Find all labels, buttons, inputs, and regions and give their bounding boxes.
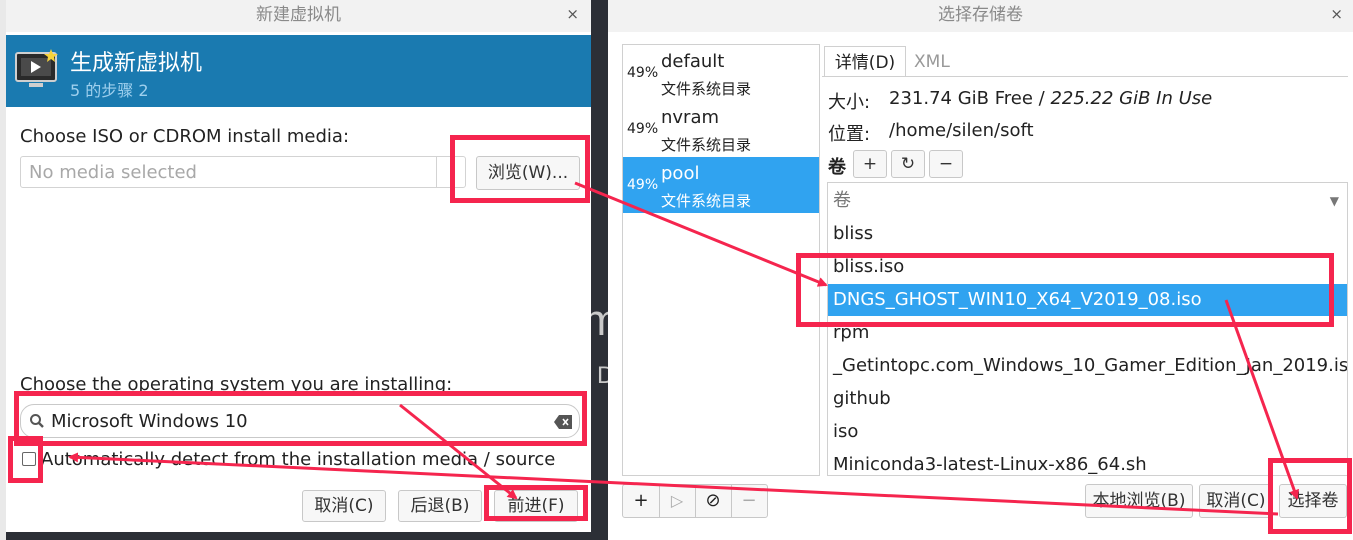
iso-combo[interactable]: No media selected xyxy=(20,156,466,188)
volume-list: 卷 ▼ bliss bliss.iso DNGS_GHOST_WIN10_X64… xyxy=(827,182,1348,476)
pool-item-pool[interactable]: 49% pool 文件系统目录 xyxy=(623,157,819,213)
auto-detect-checkbox[interactable] xyxy=(22,452,36,466)
volume-item[interactable]: iso xyxy=(828,416,1347,448)
auto-detect-label: Automatically detect from the installati… xyxy=(41,449,556,470)
location-label: 位置: xyxy=(828,124,871,145)
volume-item[interactable]: Miniconda3-latest-Linux-x86_64.sh xyxy=(828,449,1347,475)
tab-details[interactable]: 详情(D) xyxy=(824,46,906,77)
back-button[interactable]: 后退(B) xyxy=(398,490,482,522)
volume-list-header[interactable]: 卷 ▼ xyxy=(828,185,1347,217)
os-search-field[interactable]: Microsoft Windows 10 xyxy=(20,404,580,438)
new-vm-dialog: 新建虚拟机 × 生成新虚拟机 5 的步骤 2 Choose ISO or CDR… xyxy=(6,0,591,532)
volumes-label: 卷 xyxy=(828,157,846,178)
pool-toolbar: + ▷ ⊘ − xyxy=(622,484,768,518)
volume-item[interactable]: _Getintopc.com_Windows_10_Gamer_Edition_… xyxy=(828,350,1347,382)
pool-list: 49% default 文件系统目录 49% nvram 文件系统目录 49% … xyxy=(622,44,820,476)
pool-type: 文件系统目录 xyxy=(661,80,752,98)
monitor-icon xyxy=(15,49,59,87)
iso-placeholder: No media selected xyxy=(29,162,197,183)
tab-xml[interactable]: XML xyxy=(914,52,950,72)
clear-icon[interactable] xyxy=(554,414,572,433)
stop-pool-button[interactable]: ⊘ xyxy=(695,485,732,517)
cancel-button[interactable]: 取消(C) xyxy=(302,490,386,522)
pool-name: nvram xyxy=(661,107,720,128)
pool-name: default xyxy=(661,51,725,72)
search-icon xyxy=(29,413,45,433)
wizard-header: 生成新虚拟机 5 的步骤 2 xyxy=(6,35,591,107)
pool-type: 文件系统目录 xyxy=(661,136,752,154)
window-title: 选择存储卷 xyxy=(938,5,1023,25)
size-label: 大小: xyxy=(828,92,871,113)
browse-button[interactable]: 浏览(W)... xyxy=(476,156,580,190)
delete-volume-button[interactable]: − xyxy=(929,150,963,178)
volume-item-selected[interactable]: DNGS_GHOST_WIN10_X64_V2019_08.iso xyxy=(828,284,1347,316)
size-used: 225.22 GiB In Use xyxy=(1050,88,1213,109)
sort-dropdown-icon: ▼ xyxy=(1329,194,1339,208)
pool-usage: 49% xyxy=(627,65,659,81)
iso-label: Choose ISO or CDROM install media: xyxy=(20,126,350,147)
start-pool-button[interactable]: ▷ xyxy=(659,485,696,517)
pool-type: 文件系统目录 xyxy=(661,192,752,210)
os-label: Choose the operating system you are inst… xyxy=(20,374,453,395)
volume-item[interactable]: bliss.iso xyxy=(828,251,1347,283)
pool-item-default[interactable]: 49% default 文件系统目录 xyxy=(623,45,819,101)
tab-strip-divider xyxy=(822,76,1348,77)
combo-divider xyxy=(436,157,437,187)
refresh-volume-button[interactable]: ↻ xyxy=(891,150,925,178)
window-title: 新建虚拟机 xyxy=(256,5,341,25)
volume-item[interactable]: rpm xyxy=(828,317,1347,349)
choose-volume-button[interactable]: 选择卷 xyxy=(1279,484,1347,518)
delete-pool-button[interactable]: − xyxy=(731,485,767,517)
volume-header-label: 卷 xyxy=(833,190,851,211)
close-icon[interactable]: × xyxy=(1330,5,1343,23)
close-icon[interactable]: × xyxy=(566,5,579,23)
pool-name: pool xyxy=(661,163,700,184)
choose-volume-dialog: 选择存储卷 × 49% default 文件系统目录 49% nvram 文件系… xyxy=(608,0,1353,540)
forward-button[interactable]: 前进(F) xyxy=(494,490,578,522)
volume-item[interactable]: bliss xyxy=(828,218,1347,250)
choose-volume-titlebar[interactable]: 选择存储卷 xyxy=(608,0,1353,32)
header-title: 生成新虚拟机 xyxy=(70,51,203,76)
local-browse-button[interactable]: 本地浏览(B) xyxy=(1085,484,1193,518)
pool-usage: 49% xyxy=(627,121,659,137)
size-free: 231.74 GiB Free / xyxy=(889,88,1051,109)
pool-usage: 49% xyxy=(627,177,659,193)
add-pool-button[interactable]: + xyxy=(623,485,660,517)
os-search-value: Microsoft Windows 10 xyxy=(51,411,248,432)
pool-item-nvram[interactable]: 49% nvram 文件系统目录 xyxy=(623,101,819,157)
add-volume-button[interactable]: + xyxy=(853,150,887,178)
location-value: /home/silen/soft xyxy=(889,120,1034,141)
cancel-button[interactable]: 取消(C) xyxy=(1199,484,1273,518)
new-vm-titlebar[interactable]: 新建虚拟机 xyxy=(6,0,591,32)
size-value: 231.74 GiB Free / 225.22 GiB In Use xyxy=(889,88,1212,109)
header-step: 5 的步骤 2 xyxy=(70,81,149,100)
volume-item[interactable]: github xyxy=(828,383,1347,415)
